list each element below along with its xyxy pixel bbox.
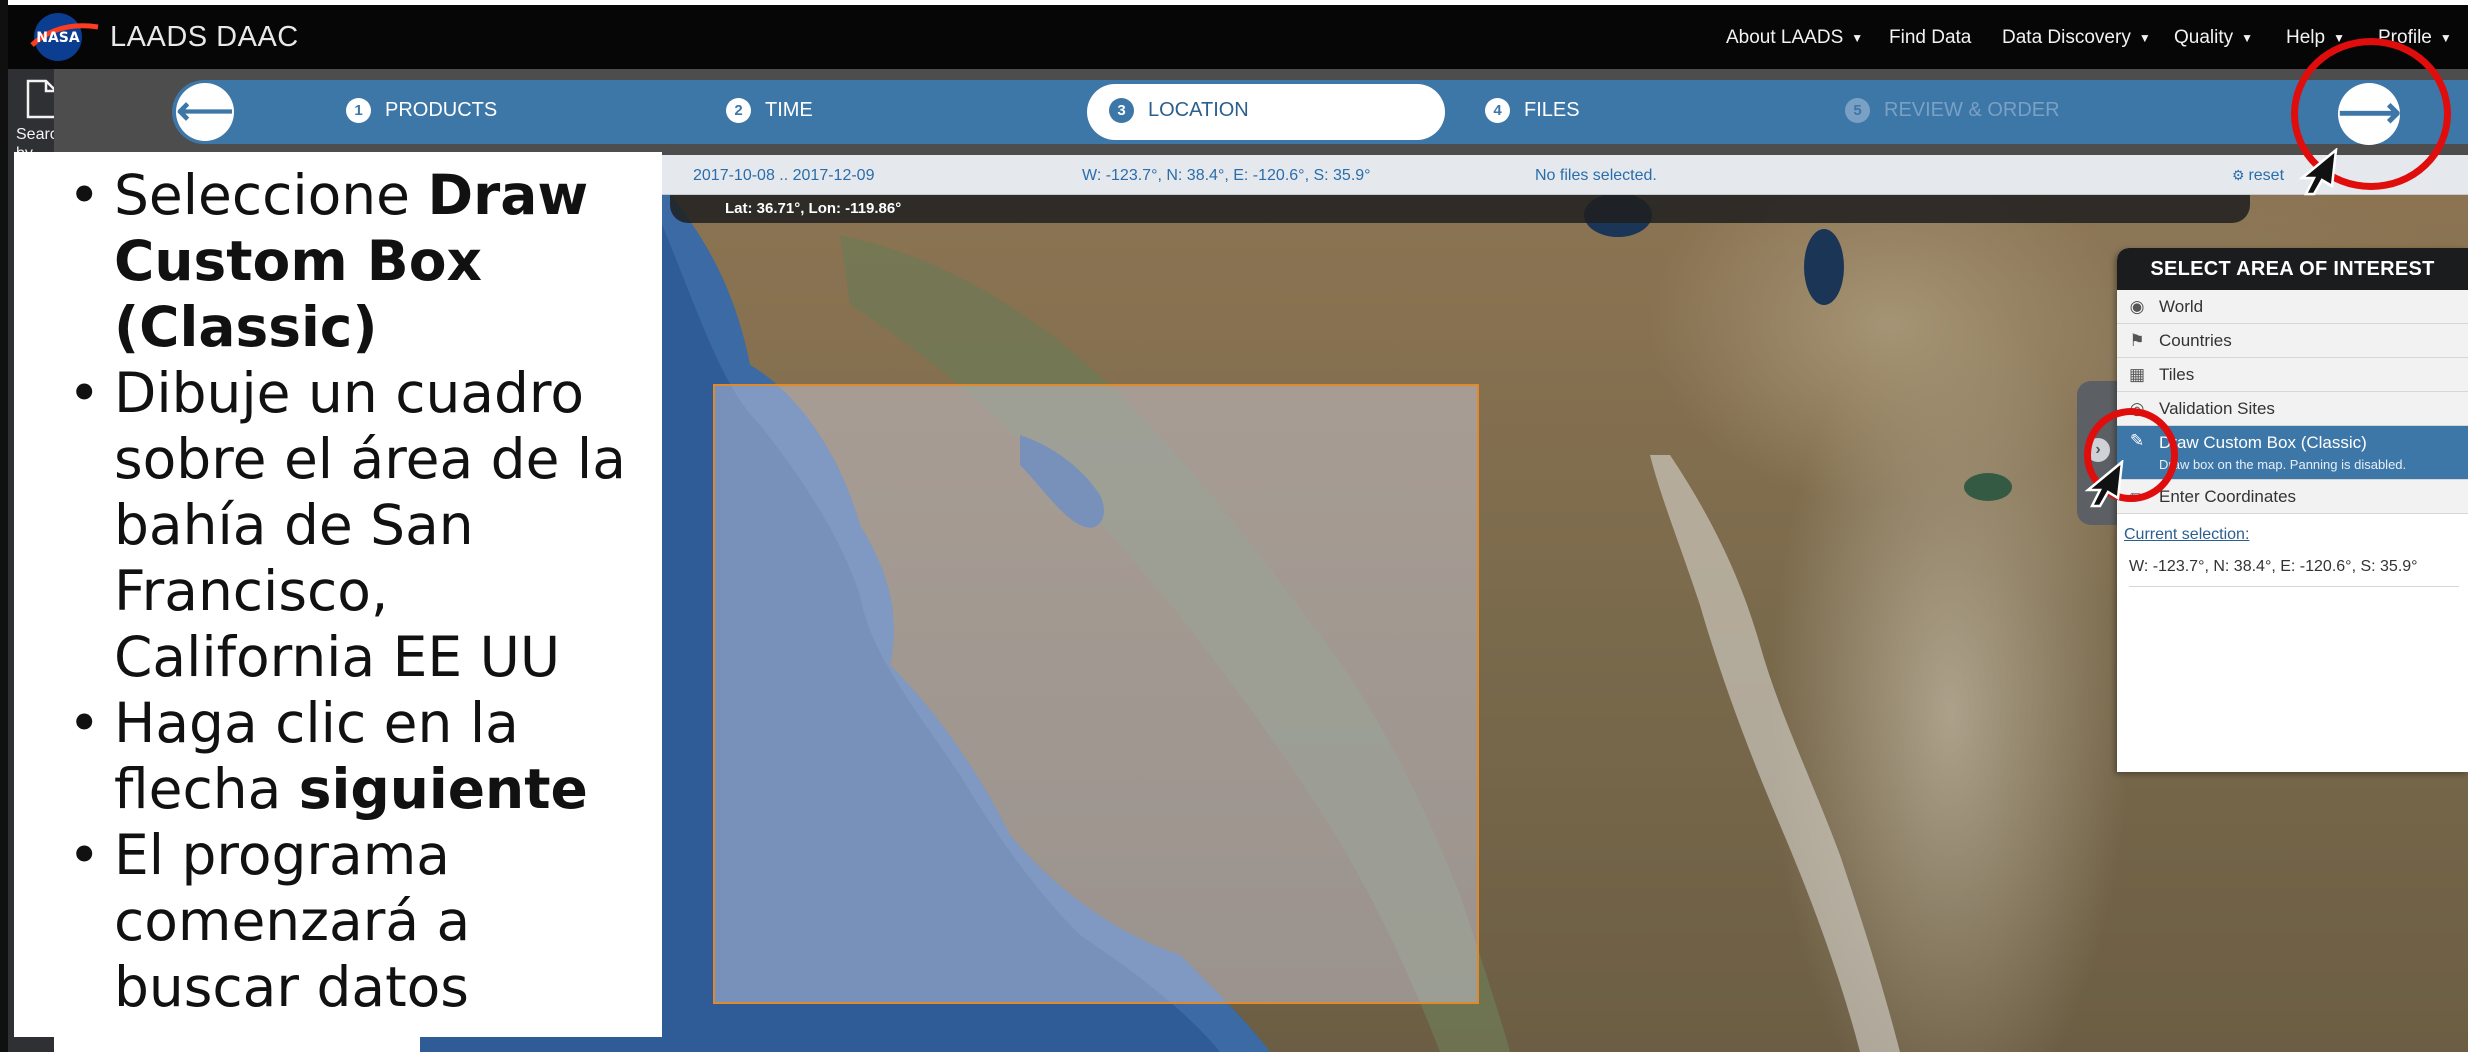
tutorial-bold-text: siguiente <box>298 757 588 821</box>
top-nav-bar: NASA LAADS DAAC About LAADS ▼ Find Data D… <box>8 5 2468 69</box>
aoi-option-label: Validation Sites <box>2159 399 2275 418</box>
mouse-pointer-icon <box>2298 148 2338 196</box>
bounds-link[interactable]: W: -123.7°, N: 38.4°, E: -120.6°, S: 35.… <box>1082 167 1371 185</box>
aoi-option-tiles[interactable]: ▦ Tiles <box>2117 358 2468 392</box>
aoi-option-hint: Draw box on the map. Panning is disabled… <box>2159 457 2407 472</box>
tutorial-text: Seleccione <box>114 163 428 227</box>
arrow-left-icon: ⟵ <box>176 89 234 133</box>
aoi-option-label: Tiles <box>2159 365 2195 384</box>
current-selection-value: W: -123.7°, N: 38.4°, E: -120.6°, S: 35.… <box>2129 558 2459 587</box>
window-edge <box>0 0 8 1052</box>
app-title[interactable]: LAADS DAAC <box>110 21 299 54</box>
nav-label: Find Data <box>1889 27 1972 48</box>
aoi-panel-title: SELECT AREA OF INTEREST <box>2117 248 2468 290</box>
aoi-option-world[interactable]: ◉ World <box>2117 290 2468 324</box>
nav-about-laads[interactable]: About LAADS ▼ <box>1726 27 1863 49</box>
aoi-option-label: Draw Custom Box (Classic) <box>2159 433 2367 452</box>
selection-summary-row: 2017-10-08 .. 2017-12-09 W: -123.7°, N: … <box>420 155 2468 195</box>
date-range-link[interactable]: 2017-10-08 .. 2017-12-09 <box>693 167 874 185</box>
grid-icon: ▦ <box>2128 365 2146 384</box>
flag-icon: ⚑ <box>2129 331 2145 350</box>
area-of-interest-panel: SELECT AREA OF INTEREST ◉ World ⚑ Countrie… <box>2117 248 2468 772</box>
tutorial-bullet: Haga clic en la flecha siguiente <box>14 690 662 822</box>
step-label: PRODUCTS <box>385 98 498 121</box>
nav-quality[interactable]: Quality ▼ <box>2174 27 2253 49</box>
step-label: REVIEW & ORDER <box>1884 98 2060 121</box>
step-number: 3 <box>1109 98 1134 123</box>
nav-label: Quality <box>2174 27 2234 48</box>
mono-lake <box>1964 473 2012 501</box>
tutorial-text: Dibuje un cuadro sobre el área de la bah… <box>114 361 644 689</box>
tutorial-text: El programa comenzará a buscar datos <box>114 823 488 1019</box>
aoi-option-label: Countries <box>2159 331 2232 350</box>
step-number: 2 <box>726 98 751 123</box>
cursor-coords-bar <box>670 195 2250 223</box>
step-number: 4 <box>1485 98 1510 123</box>
step-location[interactable]: 3 LOCATION <box>1109 98 1249 123</box>
tutorial-bullet: El programa comenzará a buscar datos <box>14 822 662 1020</box>
current-selection-label[interactable]: Current selection: <box>2124 526 2468 544</box>
aoi-option-enter-coordinates[interactable]: ✏ Enter Coordinates <box>2117 480 2468 514</box>
chevron-down-icon: ▼ <box>1851 30 1864 45</box>
nav-label: About LAADS <box>1726 27 1844 48</box>
chevron-down-icon: ▼ <box>2439 30 2452 45</box>
nav-label: Help <box>2286 27 2326 48</box>
step-number: 5 <box>1845 98 1870 123</box>
step-label: FILES <box>1524 98 1580 121</box>
files-status-link[interactable]: No files selected. <box>1535 167 1657 185</box>
custom-selection-box[interactable] <box>713 384 1479 1004</box>
aoi-option-label: Enter Coordinates <box>2159 487 2297 506</box>
step-number: 1 <box>346 98 371 123</box>
lake-tahoe <box>1804 229 1844 305</box>
aoi-option-label: World <box>2159 297 2204 316</box>
sierra-snow <box>1650 455 1900 1052</box>
mouse-pointer-icon <box>2084 460 2124 508</box>
back-arrow-button[interactable]: ⟵ <box>176 83 234 141</box>
aoi-option-countries[interactable]: ⚑ Countries <box>2117 324 2468 358</box>
chevron-down-icon: ▼ <box>2138 30 2151 45</box>
step-products[interactable]: 1 PRODUCTS <box>346 98 497 123</box>
nasa-logo-icon[interactable]: NASA <box>28 11 102 63</box>
reset-label: reset <box>2248 167 2285 184</box>
chevron-down-icon: ▼ <box>2241 30 2254 45</box>
nav-data-discovery[interactable]: Data Discovery ▼ <box>2002 27 2151 49</box>
step-label: TIME <box>765 98 813 121</box>
globe-icon: ◉ <box>2129 297 2145 316</box>
reset-button[interactable]: ⚙ reset <box>2232 167 2284 185</box>
tutorial-bullet: Seleccione Draw Custom Box (Classic) <box>14 162 662 360</box>
tutorial-instructions-panel: Seleccione Draw Custom Box (Classic)Dibu… <box>14 152 662 1037</box>
nasa-logo-text: NASA <box>36 30 80 46</box>
step-review-order: 5 REVIEW & ORDER <box>1845 98 2060 123</box>
nav-find-data[interactable]: Find Data <box>1889 27 1971 49</box>
cursor-coords-readout: Lat: 36.71°, Lon: -119.86° <box>725 200 902 217</box>
step-label: LOCATION <box>1148 98 1249 121</box>
nav-label: Data Discovery <box>2002 27 2131 48</box>
aoi-option-validation-sites[interactable]: ◎ Validation Sites <box>2117 392 2468 426</box>
step-time[interactable]: 2 TIME <box>726 98 813 123</box>
tutorial-bullet-list: Seleccione Draw Custom Box (Classic)Dibu… <box>14 152 662 1020</box>
tutorial-bullet: Dibuje un cuadro sobre el área de la bah… <box>14 360 662 690</box>
gears-icon: ⚙ <box>2232 167 2249 183</box>
step-files[interactable]: 4 FILES <box>1485 98 1580 123</box>
